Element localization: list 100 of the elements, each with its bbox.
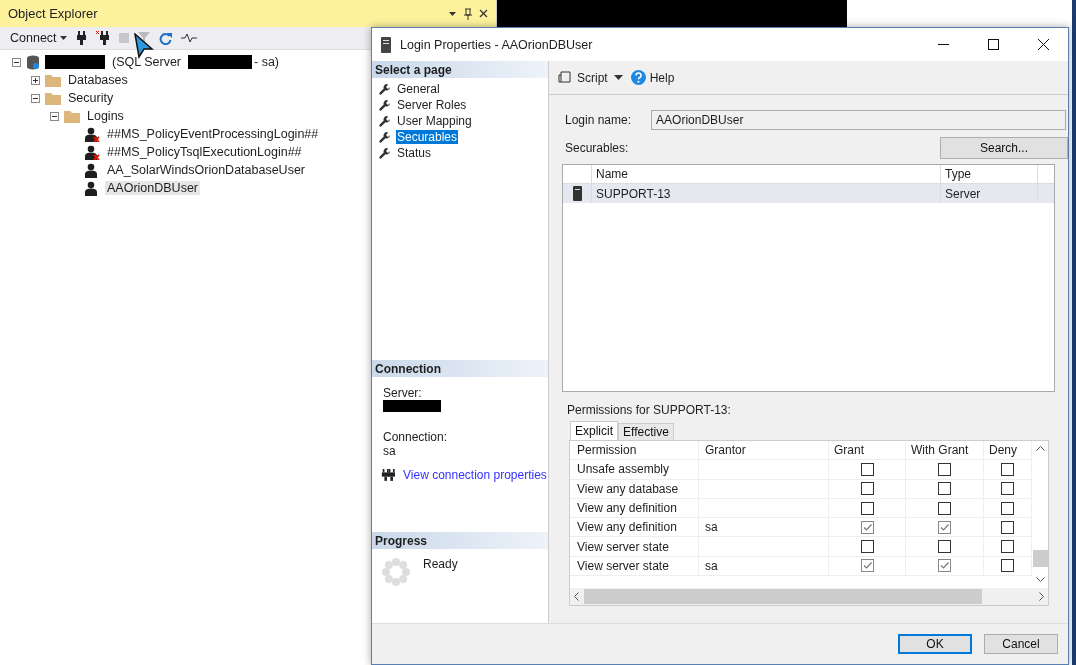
checkbox[interactable] <box>860 559 874 573</box>
scroll-up-icon[interactable] <box>1035 446 1045 451</box>
checkbox[interactable] <box>860 462 874 476</box>
tree-item[interactable]: AAOrionDBUser <box>105 181 200 195</box>
expand-icon[interactable] <box>31 75 40 85</box>
page-item[interactable]: Securables <box>396 130 459 144</box>
column-header[interactable]: Permission <box>570 441 699 460</box>
page-item[interactable]: General <box>396 82 441 96</box>
tree-item[interactable]: AA_SolarWindsOrionDatabaseUser <box>105 163 307 177</box>
section-header: Select a page <box>372 61 548 78</box>
check-icon <box>861 521 873 533</box>
table-cell: View any definition <box>570 518 699 537</box>
checkbox[interactable] <box>860 482 874 496</box>
dropdown-icon[interactable] <box>448 10 457 17</box>
connect-button[interactable]: Connect <box>10 31 67 45</box>
column-header[interactable]: With Grant <box>906 441 984 460</box>
checkbox[interactable] <box>1001 520 1014 534</box>
wrench-icon <box>378 114 391 128</box>
checkbox[interactable] <box>1001 462 1014 476</box>
page-item[interactable]: Status <box>396 146 433 160</box>
spinner-icon <box>381 557 411 587</box>
tab[interactable]: Explicit <box>570 421 618 440</box>
section-header: Connection <box>372 360 548 377</box>
redaction-bar <box>383 400 441 412</box>
checkbox[interactable] <box>1001 482 1014 496</box>
user-icon <box>85 180 100 196</box>
folder-icon <box>64 109 80 123</box>
window-title: Login Properties - AAOrionDBUser <box>400 37 594 52</box>
column-header[interactable]: Grantor <box>699 441 829 460</box>
dropdown-icon[interactable] <box>613 75 623 80</box>
table-cell: Unsafe assembly <box>570 460 699 479</box>
close-icon[interactable] <box>1037 39 1049 50</box>
scroll-thumb[interactable] <box>1032 549 1048 567</box>
dialog-button[interactable]: OK <box>898 634 972 654</box>
field-label: Login name: <box>565 113 632 127</box>
checkbox[interactable] <box>938 520 951 534</box>
tab[interactable]: Effective <box>618 423 674 440</box>
checkbox[interactable] <box>1001 540 1014 554</box>
checkbox[interactable] <box>938 559 951 573</box>
table-row[interactable]: SUPPORT-13 Server <box>563 184 1054 203</box>
collapse-icon[interactable] <box>31 93 40 103</box>
checkbox[interactable] <box>860 501 874 515</box>
field-label: Connection: <box>383 430 449 444</box>
pin-icon[interactable] <box>464 7 472 20</box>
table-cell: sa <box>699 518 829 537</box>
checkbox[interactable] <box>938 501 951 515</box>
wrench-icon <box>378 98 391 112</box>
tree-item[interactable]: Databases <box>66 73 130 87</box>
checkbox[interactable] <box>938 482 951 496</box>
checkbox[interactable] <box>938 540 951 554</box>
disconnect-icon[interactable] <box>95 31 110 45</box>
checkbox[interactable] <box>860 540 874 554</box>
script-button[interactable]: Script <box>558 70 608 85</box>
checkbox[interactable] <box>938 462 951 476</box>
activity-icon[interactable] <box>180 33 197 43</box>
table-cell: SUPPORT-13 <box>591 184 940 203</box>
script-icon <box>558 70 571 85</box>
scroll-thumb[interactable] <box>584 589 982 604</box>
maximize-icon[interactable] <box>987 39 999 50</box>
caret-icon <box>59 36 67 40</box>
connection-link[interactable]: View connection properties <box>403 468 547 482</box>
field-label: Server: <box>383 386 423 400</box>
collapse-icon[interactable] <box>50 111 59 121</box>
column-header[interactable]: Type <box>940 165 1038 183</box>
search-button[interactable]: Search... <box>940 137 1068 159</box>
dialog-button[interactable]: Cancel <box>984 634 1058 654</box>
section-header: Progress <box>372 532 548 549</box>
database-icon <box>26 54 40 70</box>
collapse-icon[interactable] <box>12 57 21 67</box>
tree-item[interactable]: Logins <box>85 109 126 123</box>
status-text: Ready <box>423 557 458 573</box>
tree-item[interactable]: (SQL Server <box>110 55 183 69</box>
server-icon <box>572 186 582 201</box>
folder-icon <box>45 91 61 105</box>
column-header[interactable]: Grant <box>829 441 906 460</box>
help-button[interactable]: Help <box>630 70 675 85</box>
panel-title: Object Explorer <box>8 6 98 21</box>
scrollbar[interactable] <box>570 588 1048 605</box>
checkbox[interactable] <box>860 520 874 534</box>
section-label: Permissions for SUPPORT-13: <box>566 403 732 417</box>
checkbox[interactable] <box>1001 501 1014 515</box>
refresh-icon[interactable] <box>158 31 172 45</box>
close-icon[interactable] <box>479 9 488 18</box>
column-header[interactable]: Name <box>591 165 940 183</box>
page-item[interactable]: User Mapping <box>396 114 473 128</box>
plug-icon[interactable] <box>75 31 87 45</box>
table-cell: sa <box>699 556 829 576</box>
table-cell: View any database <box>570 479 699 498</box>
check-icon <box>861 560 873 572</box>
check-icon <box>939 560 950 572</box>
checkbox[interactable] <box>1001 559 1014 573</box>
scroll-left-icon[interactable] <box>574 592 579 601</box>
tree-item[interactable]: Security <box>66 91 116 105</box>
page-item[interactable]: Server Roles <box>396 98 468 112</box>
wrench-icon <box>378 146 391 160</box>
scroll-right-icon[interactable] <box>1039 592 1044 601</box>
tree-item[interactable]: - sa) <box>252 55 281 69</box>
login-name-field[interactable]: AAOrionDBUser <box>651 110 1066 130</box>
scroll-down-icon[interactable] <box>1035 577 1045 582</box>
field-label: Securables: <box>565 141 629 155</box>
